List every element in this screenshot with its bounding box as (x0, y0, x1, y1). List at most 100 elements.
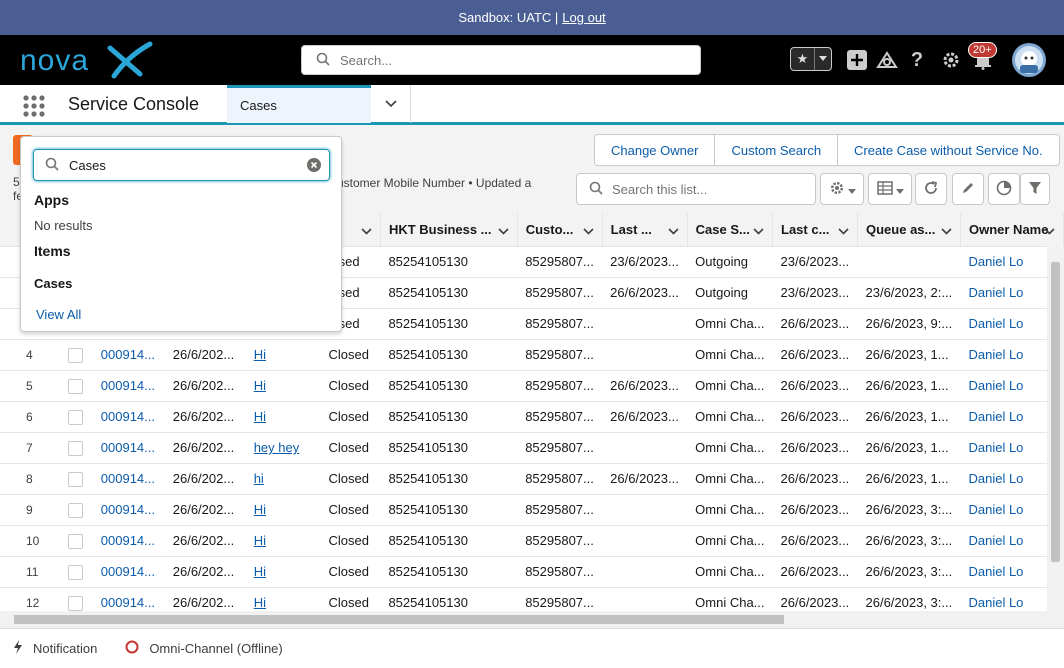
custom-search-button[interactable]: Custom Search (715, 135, 839, 165)
queue-cell: 26/6/2023, 1... (865, 378, 949, 393)
refresh-button[interactable] (915, 173, 947, 205)
status-cell: Closed (328, 502, 369, 517)
row-select-checkbox[interactable] (67, 471, 83, 487)
case-number-cell: 000914... (92, 432, 165, 464)
hkt-business-cell: 85254105130 (388, 502, 468, 517)
owner-link[interactable]: Daniel Lo (968, 440, 1023, 455)
vertical-scroll-thumb[interactable] (1051, 262, 1060, 562)
item-cases[interactable]: Cases (34, 276, 72, 291)
case-source-cell-cell: Omni Cha... (687, 370, 773, 402)
queue-cell-cell: 26/6/2023, 3:... (857, 587, 961, 611)
customer-cell-cell: 85295807... (517, 525, 603, 557)
owner-link[interactable]: Daniel Lo (968, 285, 1023, 300)
owner-link[interactable]: Daniel Lo (968, 533, 1023, 548)
utility-notification[interactable]: Notification (13, 640, 97, 657)
horizontal-scroll-thumb[interactable] (14, 615, 784, 624)
column-header-owner-name[interactable]: Owner Name (960, 213, 1064, 247)
owner-link[interactable]: Daniel Lo (968, 564, 1023, 579)
last-cell: 26/6/2023... (610, 471, 679, 486)
row-select-checkbox[interactable] (67, 409, 83, 425)
list-search-input[interactable]: Search this list... (576, 173, 816, 205)
gear-icon[interactable] (940, 49, 962, 71)
column-header-hkt-business[interactable]: HKT Business ... (380, 213, 518, 247)
subject-link[interactable]: hey hey (254, 440, 300, 455)
row-select-checkbox[interactable] (67, 378, 83, 394)
owner-link[interactable]: Daniel Lo (968, 471, 1023, 486)
owner-link[interactable]: Daniel Lo (968, 347, 1023, 362)
favorites-button[interactable]: ★ (790, 47, 832, 71)
row-select-checkbox[interactable] (67, 502, 83, 518)
novax-logo[interactable]: nova (18, 40, 158, 80)
table-row: 10 000914... 26/6/202... Hi Closed 8525410513… (0, 525, 1064, 557)
subject-link[interactable]: Hi (254, 409, 266, 424)
horizontal-scrollbar[interactable] (0, 611, 1064, 628)
chart-button[interactable] (988, 173, 1020, 205)
case-number-link[interactable]: 000914... (101, 378, 155, 393)
row-select-checkbox[interactable] (67, 440, 83, 456)
notification-label: Notification (33, 641, 98, 656)
case-source-cell-cell: Outgoing (687, 246, 773, 278)
utility-omni-channel[interactable]: Omni-Channel (Offline) (125, 640, 283, 657)
case-number-link[interactable]: 000914... (101, 471, 155, 486)
row-number: 10 (26, 533, 40, 548)
subject-link[interactable]: hi (254, 471, 264, 486)
subject-link[interactable]: Hi (254, 502, 266, 517)
edit-button[interactable] (952, 173, 984, 205)
date-cell: 26/6/202... (172, 440, 235, 455)
hkt-business-cell-cell: 85254105130 (380, 246, 518, 278)
create-case-button[interactable]: Create Case without Service No. (838, 135, 1059, 165)
column-header-last[interactable]: Last ... (602, 213, 688, 247)
column-header-case-source[interactable]: Case S... (687, 213, 774, 247)
display-as-button[interactable] (868, 173, 912, 205)
subject-link[interactable]: Hi (254, 347, 266, 362)
owner-link[interactable]: Daniel Lo (968, 254, 1023, 269)
owner-link[interactable]: Daniel Lo (968, 378, 1023, 393)
help-icon[interactable]: ? (906, 49, 928, 71)
filter-button[interactable] (1020, 173, 1050, 205)
case-number-link[interactable]: 000914... (101, 409, 155, 424)
view-all-link[interactable]: View All (36, 307, 81, 322)
case-number-link[interactable]: 000914... (101, 595, 155, 610)
hkt-business-cell-cell: 85254105130 (380, 432, 518, 464)
plus-icon[interactable] (846, 49, 868, 71)
trailhead-icon[interactable] (876, 49, 898, 71)
case-source-cell-cell: Outgoing (687, 277, 773, 309)
column-header-customer[interactable]: Custo... (517, 213, 603, 247)
case-number-link[interactable]: 000914... (101, 564, 155, 579)
owner-link[interactable]: Daniel Lo (968, 409, 1023, 424)
row-select-checkbox[interactable] (67, 533, 83, 549)
column-label: Queue as... (866, 221, 936, 237)
subject-link[interactable]: Hi (254, 564, 266, 579)
column-header-last-c[interactable]: Last c... (772, 213, 858, 247)
logout-link[interactable]: Log out (562, 10, 605, 25)
subject-link[interactable]: Hi (254, 533, 266, 548)
avatar[interactable] (1012, 43, 1046, 77)
checkbox-cell (59, 556, 93, 588)
global-search-input[interactable]: Search... (301, 45, 701, 75)
app-launcher-icon[interactable] (22, 94, 46, 118)
chart-icon (996, 180, 1012, 199)
table-row: 7 000914... 26/6/202... hey hey Closed 852541… (0, 432, 1064, 464)
case-number-link[interactable]: 000914... (101, 533, 155, 548)
change-owner-button[interactable]: Change Owner (595, 135, 716, 165)
last-c-cell: 26/6/2023... (780, 533, 850, 548)
clear-icon[interactable] (307, 158, 321, 175)
case-number-link[interactable]: 000914... (101, 347, 155, 362)
row-select-checkbox[interactable] (67, 564, 83, 580)
vertical-scrollbar[interactable] (1047, 246, 1064, 611)
owner-link[interactable]: Daniel Lo (968, 316, 1023, 331)
last-cell-cell (602, 339, 688, 371)
column-header-queue[interactable]: Queue as... (857, 213, 961, 247)
subject-link[interactable]: Hi (254, 595, 266, 610)
row-select-checkbox[interactable] (67, 347, 83, 363)
tab-overflow-chevron-icon[interactable] (371, 85, 411, 123)
tab-cases[interactable]: Cases (227, 85, 371, 123)
subject-link[interactable]: Hi (254, 378, 266, 393)
row-select-checkbox[interactable] (67, 595, 83, 611)
case-number-link[interactable]: 000914... (101, 502, 155, 517)
owner-link[interactable]: Daniel Lo (968, 595, 1023, 610)
case-number-link[interactable]: 000914... (101, 440, 155, 455)
app-search-input[interactable]: Cases (33, 149, 330, 181)
owner-link[interactable]: Daniel Lo (968, 502, 1023, 517)
list-settings-button[interactable] (820, 173, 864, 205)
